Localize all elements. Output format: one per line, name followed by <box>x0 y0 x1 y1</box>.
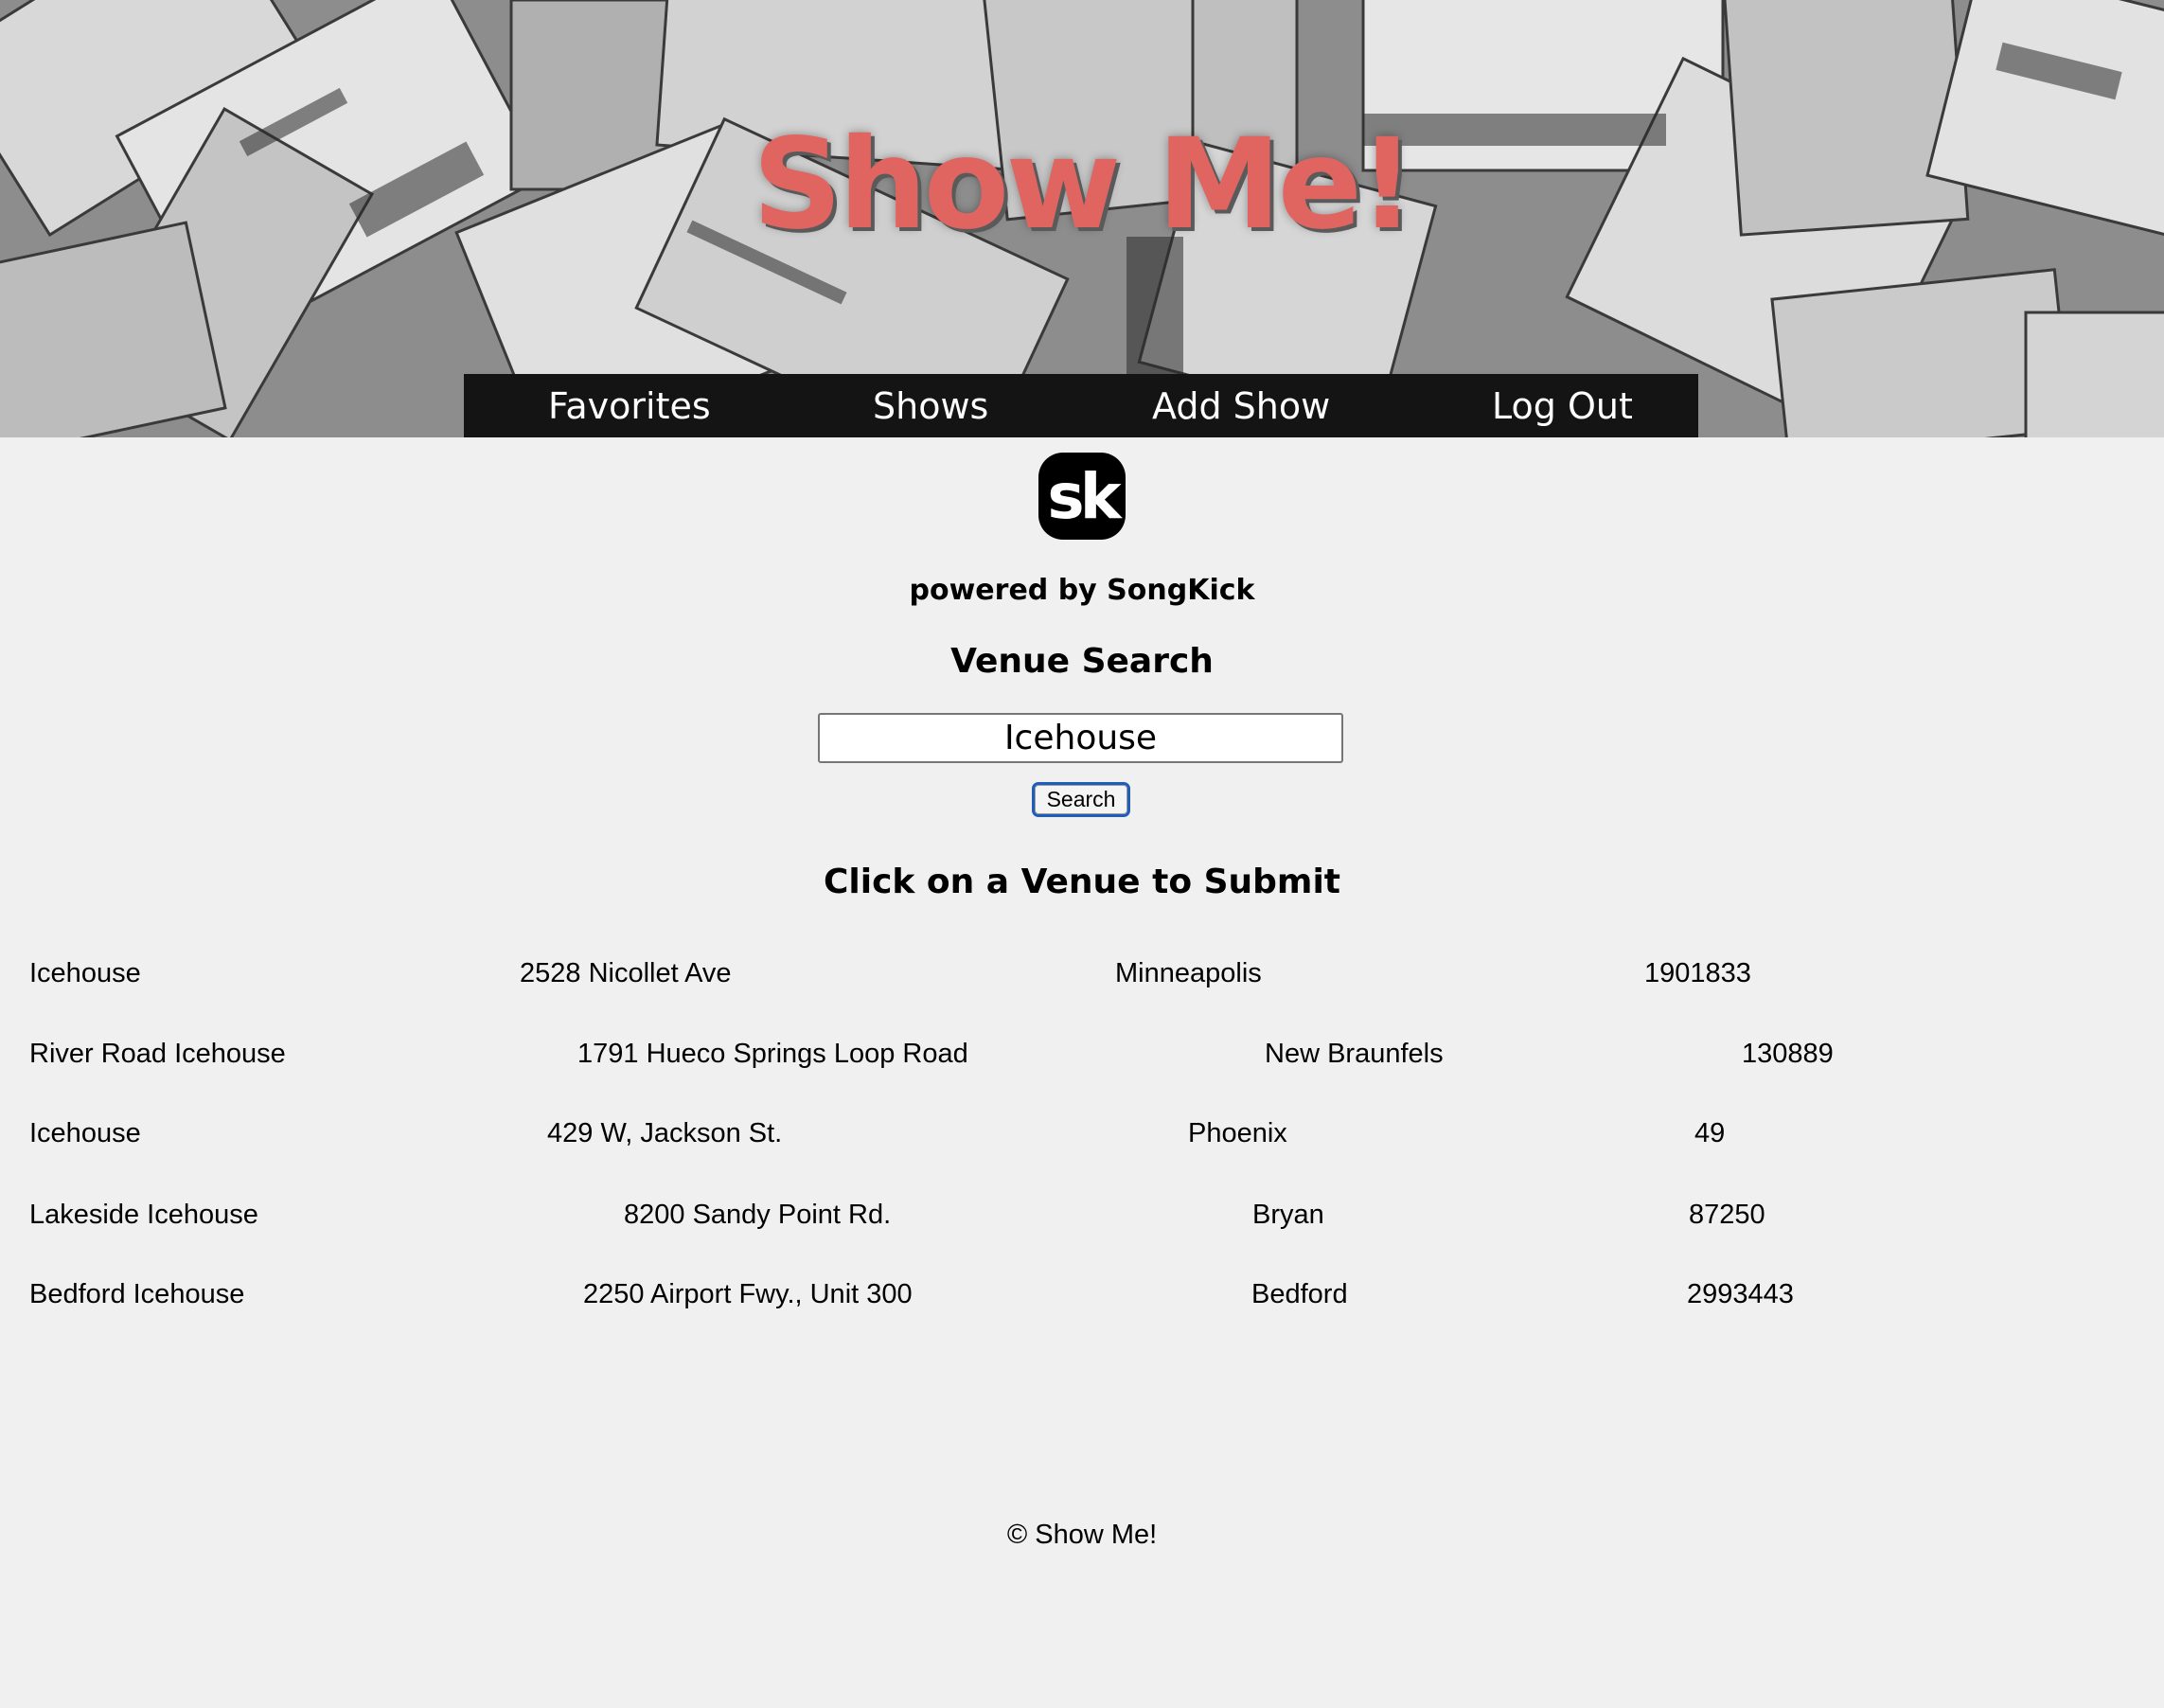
nav-shows[interactable]: Shows <box>873 385 988 427</box>
venue-city: Bryan <box>1252 1200 1324 1230</box>
search-button[interactable]: Search <box>1032 782 1130 817</box>
venue-id: 87250 <box>1689 1200 1765 1230</box>
venue-address: 2528 Nicollet Ave <box>520 958 732 988</box>
venue-search-heading: Venue Search <box>950 642 1214 681</box>
venue-name: Lakeside Icehouse <box>29 1200 258 1230</box>
venue-name: Bedford Icehouse <box>29 1279 245 1309</box>
venue-id: 1901833 <box>1644 958 1751 988</box>
results-heading: Click on a Venue to Submit <box>823 863 1340 901</box>
venue-city: Minneapolis <box>1115 958 1262 988</box>
powered-by-songkick: powered by SongKick <box>909 574 1255 607</box>
venue-city: Bedford <box>1251 1279 1348 1309</box>
songkick-logo-icon: sk <box>1038 453 1126 540</box>
venue-address: 8200 Sandy Point Rd. <box>624 1200 892 1230</box>
venue-id: 49 <box>1694 1118 1726 1148</box>
venue-address: 2250 Airport Fwy., Unit 300 <box>583 1279 913 1309</box>
nav-favorites[interactable]: Favorites <box>548 385 711 427</box>
venue-name: Icehouse <box>29 1118 141 1148</box>
venue-city: Phoenix <box>1188 1118 1287 1148</box>
nav-add-show[interactable]: Add Show <box>1152 385 1330 427</box>
venue-search-input[interactable] <box>818 713 1343 763</box>
venue-id: 130889 <box>1742 1039 1834 1069</box>
venue-row[interactable]: Bedford Icehouse 2250 Airport Fwy., Unit… <box>0 1279 2164 1336</box>
venue-city: New Braunfels <box>1265 1039 1444 1069</box>
site-title: Show Me! <box>752 112 1416 258</box>
footer-copyright: © Show Me! <box>1006 1520 1158 1550</box>
venue-row[interactable]: River Road Icehouse 1791 Hueco Springs L… <box>0 1039 2164 1095</box>
venue-id: 2993443 <box>1687 1279 1794 1309</box>
venue-row[interactable]: Icehouse 429 W, Jackson St. Phoenix 49 <box>0 1118 2164 1175</box>
venue-name: Icehouse <box>29 958 141 988</box>
venue-address: 429 W, Jackson St. <box>547 1118 783 1148</box>
venue-row[interactable]: Lakeside Icehouse 8200 Sandy Point Rd. B… <box>0 1200 2164 1256</box>
venue-address: 1791 Hueco Springs Loop Road <box>577 1039 968 1069</box>
venue-row[interactable]: Icehouse 2528 Nicollet Ave Minneapolis 1… <box>0 958 2164 1015</box>
main-nav: Favorites Shows Add Show Log Out <box>464 374 1698 437</box>
venue-name: River Road Icehouse <box>29 1039 286 1069</box>
nav-log-out[interactable]: Log Out <box>1492 385 1633 427</box>
header-banner: Show Me! Favorites Shows Add Show Log Ou… <box>0 0 2164 437</box>
